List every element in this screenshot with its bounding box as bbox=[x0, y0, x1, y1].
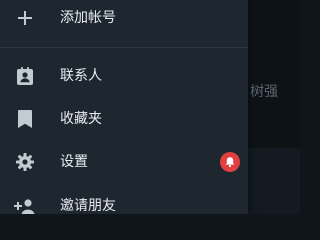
notification-badge bbox=[220, 152, 240, 172]
backdrop-list-row bbox=[248, 148, 300, 214]
screen: 树强 添加帐号 联系人 收藏夹 设置 邀请朋友 bbox=[0, 0, 300, 214]
chat-list-backdrop[interactable]: 树强 bbox=[248, 0, 300, 214]
bookmark-icon bbox=[18, 110, 32, 128]
drawer-item-favorites[interactable]: 收藏夹 bbox=[0, 99, 248, 139]
drawer-item-settings[interactable]: 设置 bbox=[0, 142, 248, 182]
plus-icon bbox=[18, 11, 32, 25]
drawer-item-label: 设置 bbox=[60, 154, 88, 170]
drawer-item-contacts[interactable]: 联系人 bbox=[0, 56, 248, 96]
contact-book-icon bbox=[17, 67, 33, 85]
navigation-drawer: 添加帐号 联系人 收藏夹 设置 邀请朋友 bbox=[0, 0, 248, 214]
drawer-divider bbox=[0, 47, 248, 48]
drawer-item-label: 联系人 bbox=[60, 68, 102, 84]
drawer-item-label: 收藏夹 bbox=[60, 111, 102, 127]
drawer-item-add-account[interactable]: 添加帐号 bbox=[0, 0, 248, 38]
backdrop-peek-text: 树强 bbox=[250, 84, 278, 100]
drawer-item-label: 邀请朋友 bbox=[60, 198, 116, 214]
drawer-item-label: 添加帐号 bbox=[60, 10, 116, 26]
drawer-item-invite-friends[interactable]: 邀请朋友 bbox=[0, 186, 248, 214]
add-person-icon bbox=[14, 199, 35, 214]
gear-icon bbox=[16, 153, 34, 171]
bell-icon bbox=[225, 157, 235, 168]
